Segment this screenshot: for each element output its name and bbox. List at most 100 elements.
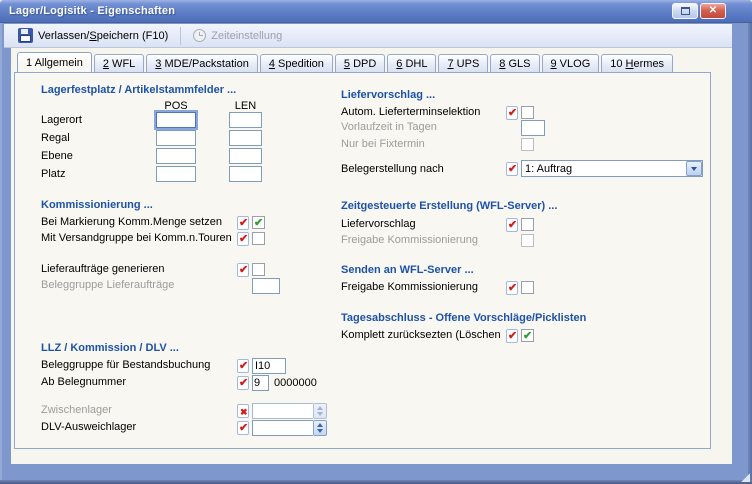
- tab-label: 10 Hermes: [610, 58, 664, 70]
- field-active-flag-icon[interactable]: [506, 281, 518, 295]
- field-active-flag-icon[interactable]: [506, 162, 518, 176]
- tab-3-mde-packstation[interactable]: 3 MDE/Packstation: [146, 54, 258, 72]
- ab-belegnummer-suffix: 0000000: [272, 377, 317, 389]
- belegerstellung-value: 1: Auftrag: [522, 163, 686, 175]
- tab-5-dpd[interactable]: 5 DPD: [335, 54, 385, 72]
- fixtermin-label: Nur bei Fixtermin: [341, 138, 425, 150]
- section-zeitgesteuert: Zeitgesteuerte Erstellung (WFL-Server) .…: [341, 200, 557, 212]
- section-liefervorschlag: Liefervorschlag ...: [341, 89, 435, 101]
- row-beleggruppe-bestandsbuchung: Beleggruppe für Bestandsbuchung: [15, 357, 710, 374]
- fixtermin-checkbox: [521, 138, 534, 151]
- toolbar-separator: [180, 27, 181, 45]
- tab-1-allgemein[interactable]: 1 Allgemein: [17, 52, 92, 72]
- flag-placeholder: [506, 127, 518, 128]
- ab-belegnummer-label: Ab Belegnummer: [41, 376, 126, 388]
- row-senden-freigabe: Freigabe Kommissionierung: [15, 279, 710, 296]
- belegerstellung-select[interactable]: 1: Auftrag: [521, 160, 703, 177]
- dlv-ausweichlager-label: DLV-Ausweichlager: [41, 421, 136, 433]
- tab-9-vlog[interactable]: 9 VLOG: [542, 54, 600, 72]
- row-zg-liefervorschlag: Liefervorschlag: [15, 216, 710, 233]
- tab-label: 5 DPD: [344, 58, 376, 70]
- senden-freigabe-label: Freigabe Kommissionierung: [341, 281, 478, 293]
- title-bar: Lager/Logisitk - Eigenschaften ✕: [0, 0, 752, 23]
- save-icon: [18, 28, 33, 43]
- vorlaufzeit-label: Vorlaufzeit in Tagen: [341, 121, 437, 133]
- komplett-zuruecksetzen-label: Komplett zurücksezten (Löschen: [341, 329, 501, 341]
- zg-freigabe-label: Freigabe Kommissionierung: [341, 234, 478, 246]
- section-kommissionierung: Kommissionierung ...: [41, 199, 153, 211]
- section-senden-wfl: Senden an WFL-Server ...: [341, 264, 474, 276]
- zwischenlager-label: Zwischenlager: [41, 404, 112, 416]
- lieferauftraege-checkbox[interactable]: [252, 263, 265, 276]
- field-active-flag-icon[interactable]: [237, 421, 249, 435]
- close-icon: ✕: [709, 6, 717, 16]
- tab-page-allgemein: Lagerfestplatz / Artikelstammfelder ... …: [14, 72, 711, 449]
- tab-4-spedition[interactable]: 4 Spedition: [260, 54, 333, 72]
- belegerstellung-label: Belegerstellung nach: [341, 163, 444, 175]
- tab-label: 4 Spedition: [269, 58, 324, 70]
- save-exit-button[interactable]: Verlassen/Speichern (F10): [10, 25, 176, 46]
- close-button[interactable]: ✕: [700, 3, 726, 19]
- row-fixtermin: Nur bei Fixtermin: [15, 136, 710, 153]
- window-controls: ✕: [672, 3, 726, 19]
- field-active-flag-icon[interactable]: [506, 329, 518, 343]
- field-active-flag-icon[interactable]: [237, 263, 249, 277]
- field-active-flag-icon[interactable]: [237, 376, 249, 390]
- field-active-flag-icon[interactable]: [506, 218, 518, 232]
- spinner-arrows-icon[interactable]: [313, 420, 327, 436]
- tab-label: 1 Allgemein: [26, 57, 83, 69]
- tab-10-hermes[interactable]: 10 Hermes: [601, 54, 673, 72]
- tab-2-wfl[interactable]: 2 WFL: [94, 54, 144, 72]
- lieferauftraege-label: Lieferaufträge generieren: [41, 263, 165, 275]
- restore-icon: [681, 7, 690, 15]
- row-komplett-zuruecksetzen: Komplett zurücksezten (Löschen: [15, 327, 710, 344]
- zwischenlager-input: [252, 403, 313, 419]
- flag-placeholder: [506, 240, 518, 241]
- vorlaufzeit-input[interactable]: [521, 120, 545, 136]
- row-belegerstellung: Belegerstellung nach 1: Auftrag: [15, 160, 710, 177]
- dlv-ausweichlager-spinner: [252, 420, 327, 436]
- komplett-zuruecksetzen-checkbox[interactable]: [521, 329, 534, 342]
- time-setting-label: Zeiteinstellung: [211, 30, 282, 42]
- tab-6-dhl[interactable]: 6 DHL: [387, 54, 436, 72]
- save-exit-label: Verlassen/Speichern (F10): [38, 30, 168, 42]
- time-setting-button: Zeiteinstellung: [185, 25, 290, 46]
- row-ab-belegnummer: Ab Belegnummer 0000000: [15, 374, 710, 391]
- tab-bar: 1 Allgemein 2 WFL 3 MDE/Packstation 4 Spedi…: [17, 52, 673, 72]
- tab-label: 2 WFL: [103, 58, 135, 70]
- client-area: 1 Allgemein 2 WFL 3 MDE/Packstation 4 Spedi…: [11, 48, 732, 464]
- row-zg-freigabe: Freigabe Kommissionierung: [15, 232, 710, 249]
- section-lagerfestplatz: Lagerfestplatz / Artikelstammfelder ...: [41, 84, 236, 96]
- tab-label: 7 UPS: [447, 58, 479, 70]
- zg-liefervorschlag-checkbox[interactable]: [521, 218, 534, 231]
- app-window: Lager/Logisitk - Eigenschaften ✕ Verlass…: [0, 0, 752, 484]
- field-inactive-flag-icon[interactable]: [237, 404, 249, 418]
- dlv-ausweichlager-input[interactable]: [252, 420, 313, 436]
- window-title: Lager/Logisitk - Eigenschaften: [0, 5, 175, 17]
- section-tagesabschluss: Tagesabschluss - Offene Vorschläge/Pickl…: [341, 312, 586, 324]
- field-active-flag-icon[interactable]: [506, 106, 518, 120]
- row-vorlaufzeit: Vorlaufzeit in Tagen: [15, 119, 710, 136]
- tab-7-ups[interactable]: 7 UPS: [438, 54, 488, 72]
- toolbar: Verlassen/Speichern (F10) Zeiteinstellun…: [4, 24, 732, 48]
- row-zwischenlager: Zwischenlager: [15, 402, 710, 419]
- resize-grip[interactable]: [741, 473, 750, 482]
- tab-label: 9 VLOG: [551, 58, 591, 70]
- restore-button[interactable]: [672, 3, 698, 19]
- beleggruppe-bestandsbuchung-input[interactable]: [252, 358, 286, 374]
- spinner-arrows-icon: [313, 403, 327, 419]
- zg-freigabe-checkbox: [521, 234, 534, 247]
- tab-8-gls[interactable]: 8 GLS: [490, 54, 539, 72]
- flag-placeholder: [506, 144, 518, 145]
- senden-freigabe-checkbox[interactable]: [521, 281, 534, 294]
- ab-belegnummer-input[interactable]: [252, 375, 269, 391]
- autom-lieferterminselektion-checkbox[interactable]: [521, 106, 534, 119]
- clock-icon: [193, 29, 206, 42]
- chevron-down-icon: [691, 167, 697, 171]
- field-active-flag-icon[interactable]: [237, 359, 249, 373]
- row-dlv-ausweichlager: DLV-Ausweichlager: [15, 419, 710, 436]
- beleggruppe-bestandsbuchung-label: Beleggruppe für Bestandsbuchung: [41, 359, 210, 371]
- dropdown-button[interactable]: [686, 161, 702, 176]
- zg-liefervorschlag-label: Liefervorschlag: [341, 218, 416, 230]
- tab-label: 8 GLS: [499, 58, 530, 70]
